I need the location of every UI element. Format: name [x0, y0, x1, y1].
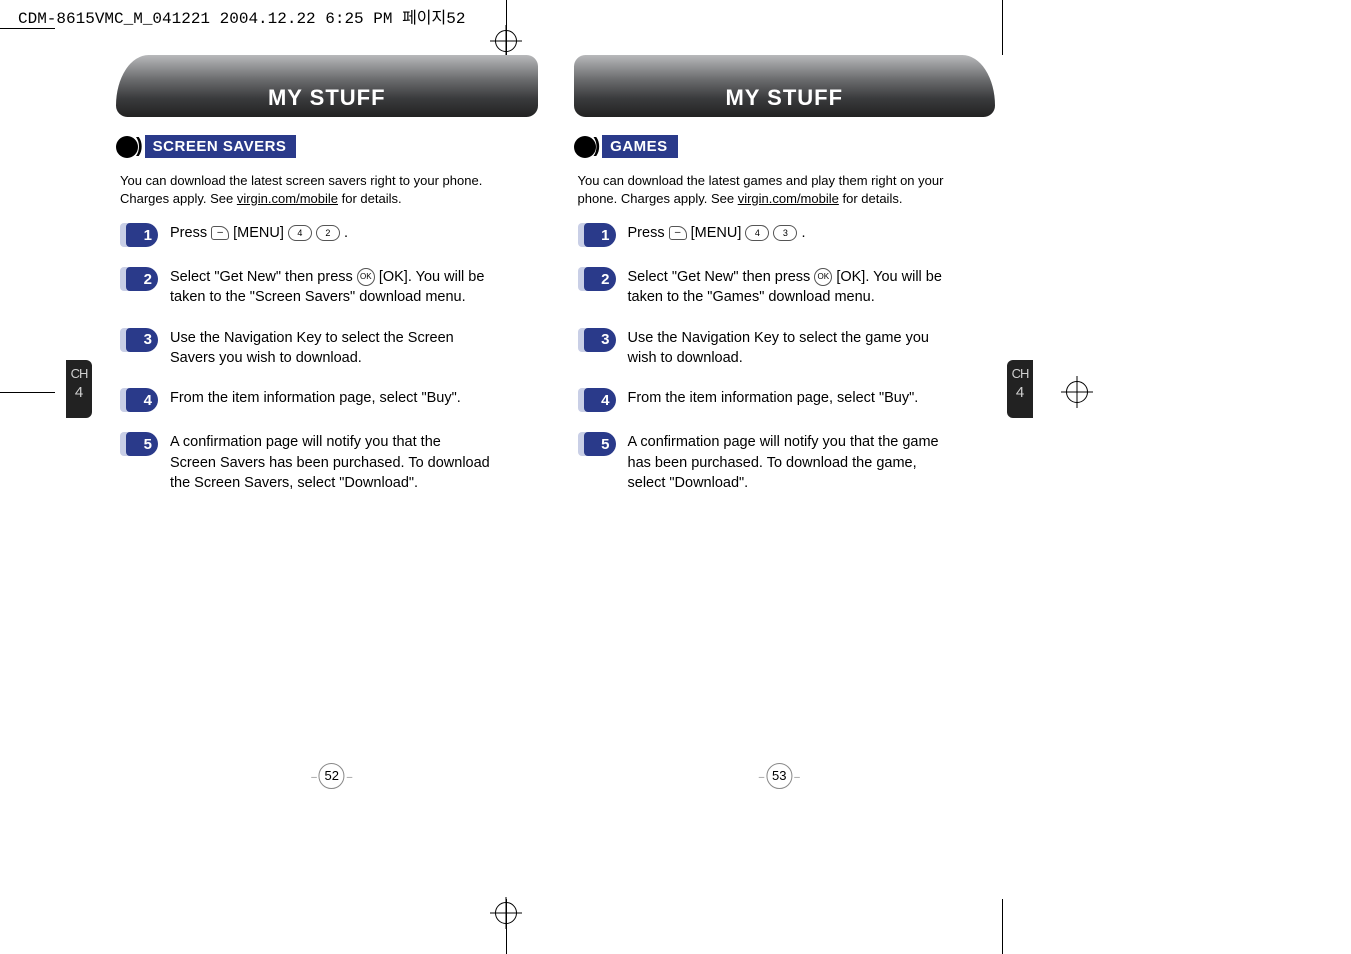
chapter-number: 4: [66, 384, 92, 402]
page-number-value: 52: [319, 763, 345, 789]
step: 4 From the item information page, select …: [578, 388, 996, 412]
step-text: From the item information page, select "…: [170, 388, 461, 408]
paren-icon: ): [594, 135, 601, 158]
step: 1 Press – [MENU] 4 2 .: [120, 223, 538, 247]
chapter-label: CH: [1007, 366, 1033, 382]
step: 5 A confirmation page will notify you tha…: [578, 432, 996, 493]
print-header: CDM-8615VMC_M_041221 2004.12.22 6:25 PM …: [18, 4, 465, 28]
step-number: 5: [584, 432, 616, 456]
intro-post: for details.: [338, 191, 402, 206]
ok-key-icon: OK: [357, 268, 375, 286]
steps-list-left: 1Press – [MENU] 4 2 .2Select "Get New" t…: [116, 223, 538, 493]
step-number: 3: [584, 328, 616, 352]
manual-page-right: MY STUFF ) GAMES You can download the la…: [556, 55, 1004, 765]
page-number-right: –53–: [757, 763, 802, 789]
step-text: Press – [MENU] 4 3 .: [628, 223, 806, 243]
intro-link[interactable]: virgin.com/mobile: [738, 191, 839, 206]
step-number: 3: [126, 328, 158, 352]
intro-link[interactable]: virgin.com/mobile: [237, 191, 338, 206]
step-number: 4: [126, 388, 158, 412]
page-title: MY STUFF: [574, 55, 996, 117]
crop-mark: [0, 392, 55, 393]
steps-list-right: 1 Press – [MENU] 4 3 . 2 Select "Get New" t…: [574, 223, 996, 493]
step-text: A confirmation page will notify you that…: [628, 432, 948, 493]
step: 5 A confirmation page will notify you tha…: [120, 432, 538, 493]
step-text: A confirmation page will notify you that…: [170, 432, 490, 493]
section-heading: ) GAMES: [574, 135, 678, 158]
chapter-thumb-tab-left: CH 4: [66, 360, 92, 418]
paren-icon: ): [136, 135, 143, 158]
numkey-4-icon: 4: [288, 225, 312, 241]
step-text: Select "Get New" then press OK [OK]. You…: [628, 267, 948, 308]
numkey-3-icon: 3: [773, 225, 797, 241]
page-number-left: –52–: [309, 763, 354, 789]
intro-text: You can download the latest games and pl…: [578, 172, 958, 207]
step-number: 5: [126, 432, 158, 456]
step-number: 1: [584, 223, 616, 247]
crop-mark: [1002, 899, 1003, 954]
section-label: SCREEN SAVERS: [145, 135, 297, 158]
registration-mark-icon: [1066, 381, 1088, 403]
numkey-2-icon: 2: [316, 225, 340, 241]
crop-mark: [0, 28, 55, 29]
page-title: MY STUFF: [116, 55, 538, 117]
ok-key-icon: OK: [814, 268, 832, 286]
step-text: Use the Navigation Key to select the Scr…: [170, 328, 490, 369]
page-number-value: 53: [766, 763, 792, 789]
step: 2 Select "Get New" then press OK [OK]. Yo…: [578, 267, 996, 308]
section-label: GAMES: [602, 135, 678, 158]
step-text: From the item information page, select "…: [628, 388, 919, 408]
step-number: 2: [126, 267, 158, 291]
step: 2 Select "Get New" then press OK [OK]. Yo…: [120, 267, 538, 308]
chapter-thumb-tab-right: CH 4: [1007, 360, 1033, 418]
manual-page-left: MY STUFF ) SCREEN SAVERS You can downloa…: [108, 55, 556, 765]
chapter-label: CH: [66, 366, 92, 382]
bullet-icon: [574, 136, 596, 158]
softkey-icon: –: [669, 226, 687, 240]
step: 1 Press – [MENU] 4 3 .: [578, 223, 996, 247]
step-text: Select "Get New" then press OK [OK]. You…: [170, 267, 490, 308]
step-number: 1: [126, 223, 158, 247]
crop-mark: [1002, 0, 1003, 55]
intro-post: for details.: [839, 191, 903, 206]
step: 3 Use the Navigation Key to select the Sc…: [120, 328, 538, 369]
step-number: 2: [584, 267, 616, 291]
step-text: Use the Navigation Key to select the gam…: [628, 328, 948, 369]
registration-mark-icon: [495, 902, 517, 924]
section-heading: ) SCREEN SAVERS: [116, 135, 296, 158]
bullet-icon: [116, 136, 138, 158]
step: 4 From the item information page, select …: [120, 388, 538, 412]
numkey-4-icon: 4: [745, 225, 769, 241]
registration-mark-icon: [495, 30, 517, 52]
intro-text: You can download the latest screen saver…: [120, 172, 500, 207]
chapter-number: 4: [1007, 384, 1033, 402]
softkey-icon: –: [211, 226, 229, 240]
step-number: 4: [584, 388, 616, 412]
step-text: Press – [MENU] 4 2 .: [170, 223, 348, 243]
step: 3 Use the Navigation Key to select the ga…: [578, 328, 996, 369]
